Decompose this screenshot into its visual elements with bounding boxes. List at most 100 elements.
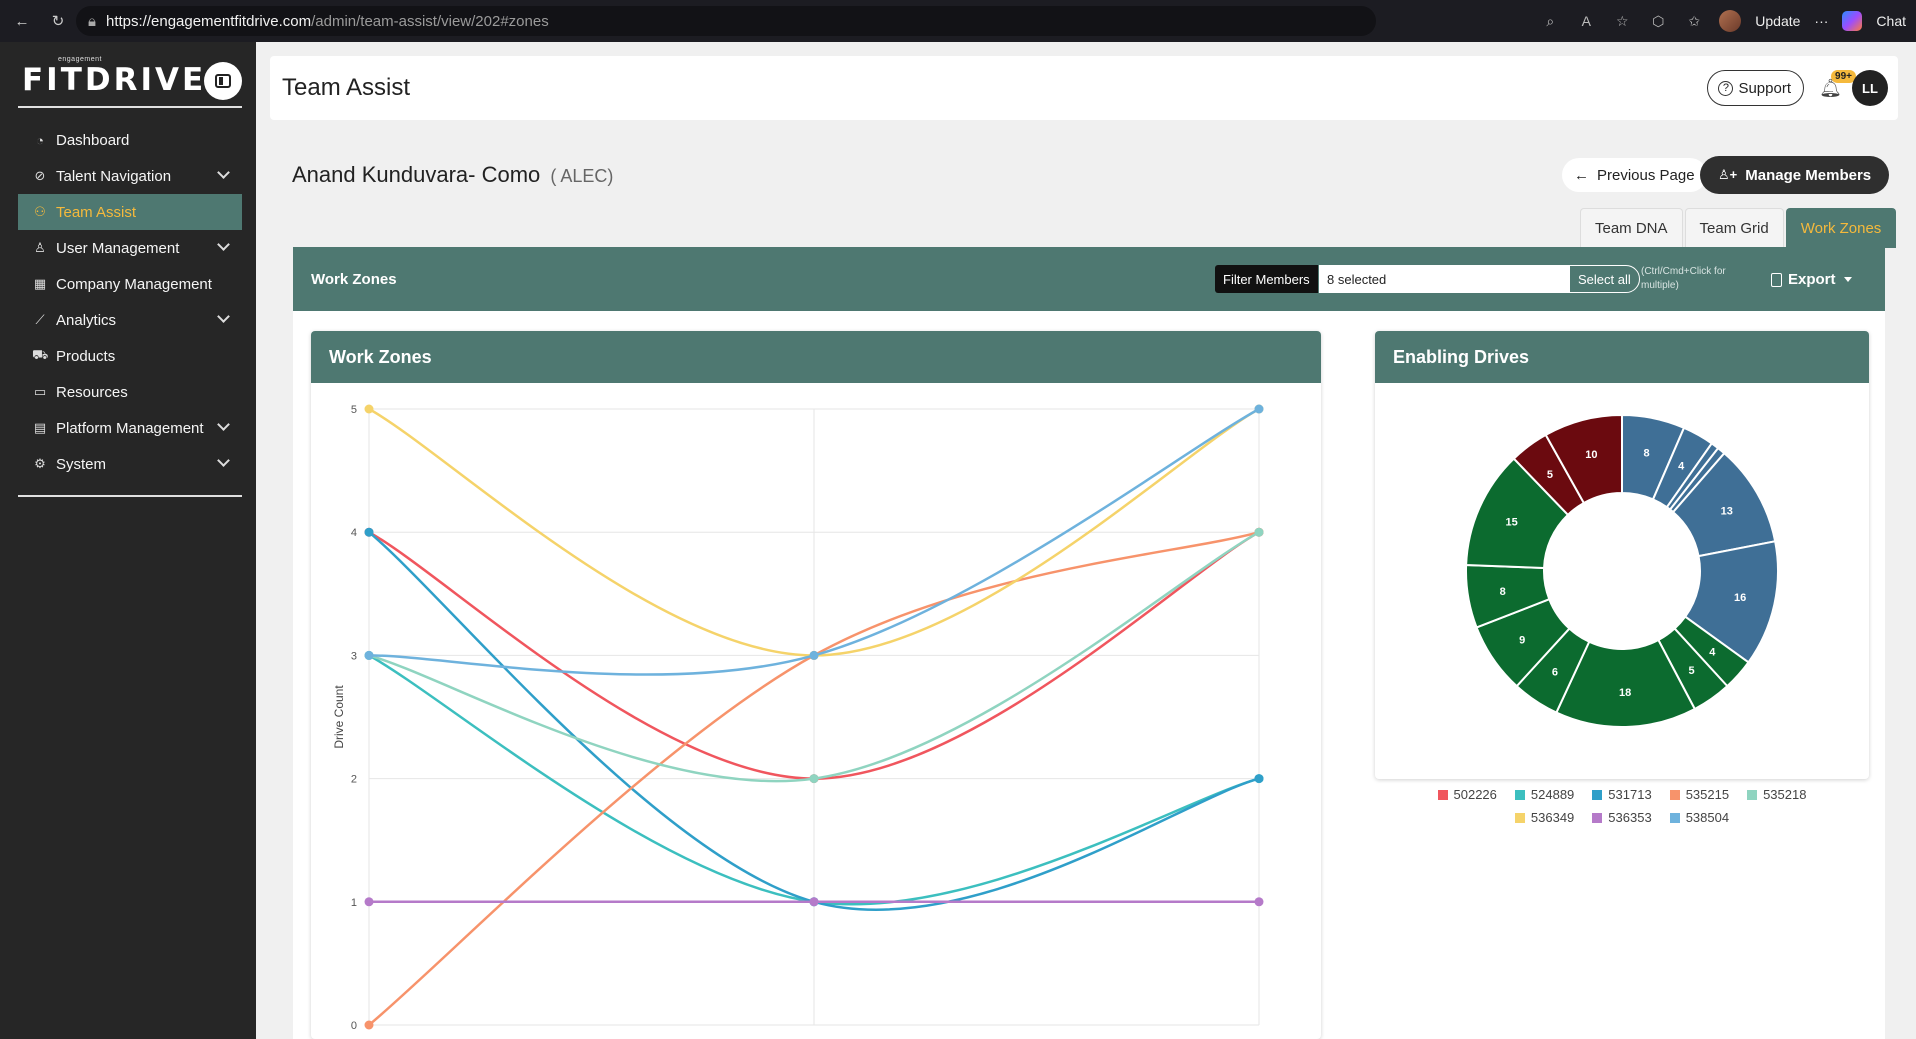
line-chart-title: Work Zones [311,331,1321,383]
sidebar-item-company-management[interactable]: ▦ Company Management [18,266,242,302]
sidebar-item-label: Products [56,347,116,365]
export-button[interactable]: Export [1771,271,1852,288]
extensions-icon[interactable]: ⬡ [1647,10,1669,32]
data-point-536353[interactable] [1254,897,1264,907]
tab-work-zones[interactable]: Work Zones [1785,208,1897,248]
chat-button[interactable]: Chat [1876,13,1906,29]
copilot-icon[interactable] [1842,11,1863,31]
legend-item-535215[interactable]: 535215 [1669,787,1730,802]
member-name: Anand Kunduvara- Como [292,162,541,187]
favorite-star-icon[interactable]: ☆ [1611,10,1633,32]
data-point-536349[interactable] [364,404,374,414]
data-point-531713[interactable] [364,527,374,537]
y-axis-label: Drive Count [332,685,346,749]
more-menu-icon[interactable]: ··· [1814,13,1828,29]
legend-label: 536353 [1608,810,1652,825]
logo[interactable]: FITDRIVE [22,62,206,98]
legend-swatch [1514,789,1525,800]
manage-members-button[interactable]: ♙+ Manage Members [1700,156,1890,194]
file-export-icon [1771,272,1782,287]
data-point-531713[interactable] [1254,774,1264,784]
select-all-button[interactable]: Select all [1569,265,1640,293]
address-bar[interactable]: 🔒︎ https://engagementfitdrive.com/admin/… [76,6,1376,36]
data-point-536353[interactable] [809,897,819,907]
legend-item-524889[interactable]: 524889 [1514,787,1575,802]
tab-team-dna[interactable]: Team DNA [1580,208,1683,248]
chevron-down-icon [217,166,230,179]
sidebar-toggle-icon [215,74,231,88]
chevron-down-icon [217,310,230,323]
arrow-left-icon: ← [1574,166,1589,184]
back-arrow-icon[interactable]: ← [8,7,36,35]
chart-icon: ⟋ [35,312,45,327]
slice-value-label: 9 [1519,634,1525,646]
profile-avatar[interactable] [1719,10,1742,32]
data-point-535215[interactable] [364,1020,374,1030]
compass-icon: ⊘ [34,168,46,183]
sidebar-item-label: Analytics [56,311,117,329]
previous-page-button[interactable]: ← Previous Page [1562,158,1707,192]
update-button[interactable]: Update [1755,13,1800,29]
legend-item-535218[interactable]: 535218 [1747,787,1806,802]
legend-label: 535215 [1685,787,1730,802]
url-host: https://engagementfitdrive.com [105,12,312,30]
sidebar-item-analytics[interactable]: ⟋ Analytics [18,302,242,338]
data-point-535218[interactable] [1254,527,1264,537]
slice-value-label: 15 [1505,517,1517,529]
legend-item-531713[interactable]: 531713 [1592,787,1652,802]
filter-members-select[interactable]: 8 selected [1319,265,1569,293]
sidebar-item-user-management[interactable]: ♙ User Management [18,230,242,266]
sidebar-item-resources[interactable]: ▭ Resources [18,374,242,410]
legend-label: 531713 [1608,787,1652,802]
zoom-icon[interactable]: ⌕ [1539,10,1561,32]
support-button[interactable]: ? Support [1707,70,1804,106]
team-icon: ⚇ [34,204,46,219]
collapse-sidebar-button[interactable] [204,62,242,100]
legend-item-538504[interactable]: 538504 [1669,810,1729,825]
y-tick-label: 0 [351,1020,357,1032]
data-point-538504[interactable] [1254,404,1264,414]
refresh-icon[interactable]: ↻ [44,7,72,35]
favorites-icon[interactable]: ✩ [1683,10,1705,32]
legend-label: 524889 [1530,787,1575,802]
platform-icon: ▤ [33,420,47,435]
chevron-down-icon [217,418,230,431]
filter-members-label: Filter Members [1215,265,1318,293]
work-zones-panel: Work Zones Filter Members 8 selected Sel… [293,247,1885,1039]
legend-label: 536349 [1530,810,1575,825]
data-point-536353[interactable] [364,897,374,907]
sidebar-item-label: Platform Management [56,419,204,437]
main-content: Team Assist ? Support 🔔︎ 99+ LL Anand Kun… [256,42,1916,1039]
slice-value-label: 6 [1552,667,1558,679]
slice-value-label: 16 [1734,592,1746,604]
tab-team-grid[interactable]: Team Grid [1684,208,1784,248]
slice-value-label: 4 [1709,647,1716,659]
sidebar-item-dashboard[interactable]: ◔ Dashboard [18,122,242,158]
legend-swatch [1669,789,1680,800]
sidebar-item-products[interactable]: ⛟ Products [18,338,242,374]
legend-item-536349[interactable]: 536349 [1514,810,1575,825]
previous-page-label: Previous Page [1597,166,1695,184]
read-aloud-icon[interactable]: A [1575,10,1597,32]
sidebar-item-team-assist[interactable]: ⚇ Team Assist [18,194,242,230]
legend-item-536353[interactable]: 536353 [1592,810,1652,825]
dashboard-icon: ◔ [36,132,44,148]
legend-swatch [1437,789,1448,800]
sidebar-item-talent-navigation[interactable]: ⊘ Talent Navigation [18,158,242,194]
y-tick-label: 3 [351,650,357,662]
chart-legend: 502226 524889 531713 535215 535218 536349 5363… [1375,787,1869,825]
member-code: ( ALEC) [550,166,614,186]
sidebar-item-label: Talent Navigation [56,167,172,185]
sidebar-item-system[interactable]: ⚙ System [18,446,242,482]
data-point-538504[interactable] [364,650,374,660]
legend-item-502226[interactable]: 502226 [1437,787,1497,802]
sidebar-menu: ◔ Dashboard ⊘ Talent Navigation ⚇ Team Assi… [18,122,242,482]
data-point-538504[interactable] [809,650,819,660]
y-tick-label: 4 [351,527,357,539]
data-point-535218[interactable] [809,774,819,784]
slice-value-label: 4 [1678,460,1685,472]
sidebar-item-platform-management[interactable]: ▤ Platform Management [18,410,242,446]
support-label: Support [1738,79,1791,97]
lock-icon: 🔒︎ [88,12,96,30]
user-avatar[interactable]: LL [1852,70,1888,106]
